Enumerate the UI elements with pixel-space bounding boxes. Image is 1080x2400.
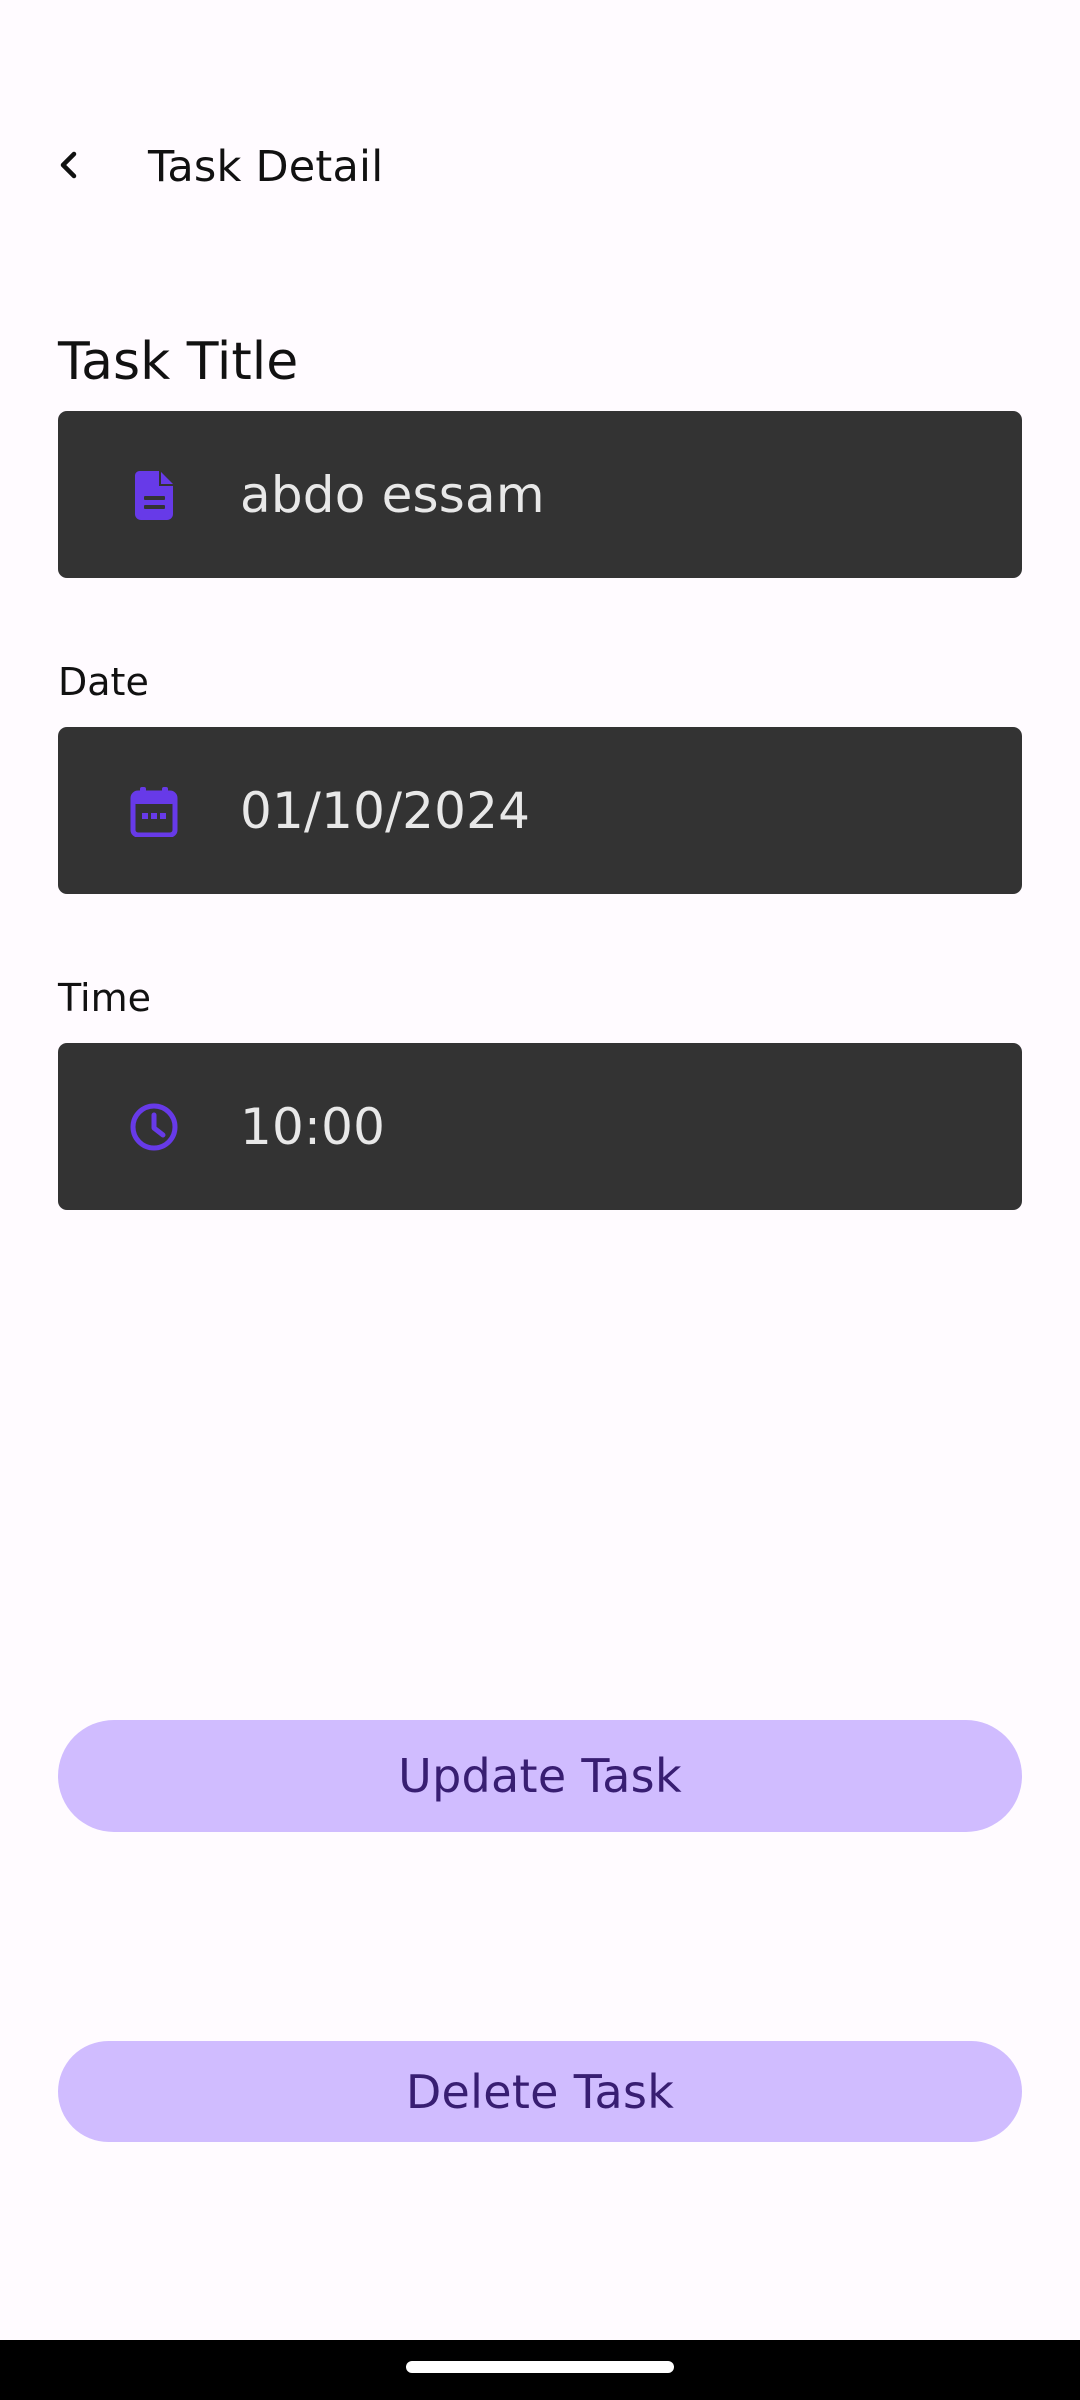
date-label: Date bbox=[58, 660, 149, 704]
date-field[interactable]: 01/10/2024 bbox=[58, 727, 1022, 894]
top-app-bar: Task Detail bbox=[0, 118, 1080, 222]
back-button[interactable] bbox=[36, 132, 102, 198]
time-value: 10:00 bbox=[240, 1097, 386, 1156]
task-detail-screen: Task Detail Task Title abdo essam Date 0… bbox=[0, 0, 1080, 2400]
task-title-label: Task Title bbox=[58, 332, 299, 392]
clock-icon bbox=[122, 1095, 186, 1159]
time-field[interactable]: 10:00 bbox=[58, 1043, 1022, 1210]
time-label: Time bbox=[58, 976, 151, 1020]
date-value: 01/10/2024 bbox=[240, 781, 531, 840]
document-icon bbox=[122, 463, 186, 527]
calendar-icon bbox=[122, 779, 186, 843]
home-indicator[interactable] bbox=[406, 2361, 674, 2373]
chevron-left-icon bbox=[60, 151, 77, 179]
task-title-value: abdo essam bbox=[240, 465, 545, 524]
system-navigation-bar bbox=[0, 2340, 1080, 2400]
page-title: Task Detail bbox=[148, 142, 384, 192]
task-title-field[interactable]: abdo essam bbox=[58, 411, 1022, 578]
update-task-button[interactable]: Update Task bbox=[58, 1720, 1022, 1832]
delete-task-button[interactable]: Delete Task bbox=[58, 2041, 1022, 2142]
